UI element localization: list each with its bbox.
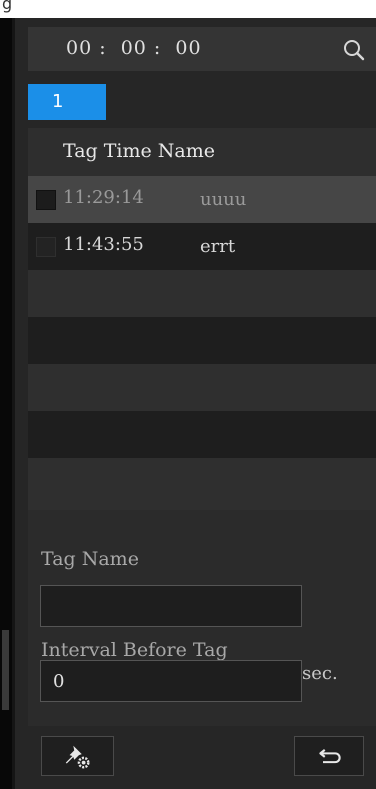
resize-handle[interactable] (2, 630, 9, 710)
interval-input[interactable] (40, 660, 302, 702)
interval-label: Interval Before Tag (41, 639, 228, 661)
empty-row (28, 458, 376, 510)
row-name: errt (200, 236, 236, 257)
back-button[interactable] (294, 736, 364, 776)
tag-form: Tag Name Interval Before Tag sec. (28, 510, 376, 726)
row-checkbox[interactable] (36, 190, 56, 210)
return-icon (319, 749, 341, 764)
row-name: uuuu (200, 189, 247, 210)
clipped-title-glyph: g (2, 0, 13, 13)
top-edge: g (0, 0, 376, 18)
empty-row (28, 364, 376, 411)
tag-settings-button[interactable] (41, 736, 114, 776)
page-tabs: 1 (28, 80, 376, 120)
tab-page-1[interactable]: 1 (28, 84, 106, 120)
tag-name-input[interactable] (40, 585, 302, 627)
app-window: g 00 : 00 : 00 1 Tag Time Name 11:29:14 … (0, 0, 376, 789)
time-search-bar[interactable]: 00 : 00 : 00 (28, 27, 376, 71)
tag-name-label: Tag Name (41, 548, 139, 570)
empty-row (28, 317, 376, 364)
table-header: Tag Time Name (28, 128, 376, 176)
pin-gear-icon (65, 745, 90, 769)
tag-panel: 00 : 00 : 00 1 Tag Time Name 11:29:14 uu… (15, 18, 376, 789)
table-row[interactable]: 11:43:55 errt (28, 223, 376, 270)
left-rail (0, 18, 12, 789)
table-row[interactable]: 11:29:14 uuuu (28, 176, 376, 223)
table-header-label: Tag Time Name (63, 140, 215, 162)
row-checkbox[interactable] (36, 237, 56, 257)
empty-row (28, 270, 376, 317)
time-input[interactable]: 00 : 00 : 00 (66, 37, 202, 59)
interval-unit: sec. (302, 663, 338, 684)
tag-list: 11:29:14 uuuu 11:43:55 errt (28, 176, 376, 510)
search-icon[interactable] (342, 38, 366, 62)
empty-row (28, 411, 376, 458)
row-time: 11:29:14 (63, 187, 144, 208)
bottom-toolbar (28, 726, 376, 789)
row-time: 11:43:55 (63, 234, 144, 255)
